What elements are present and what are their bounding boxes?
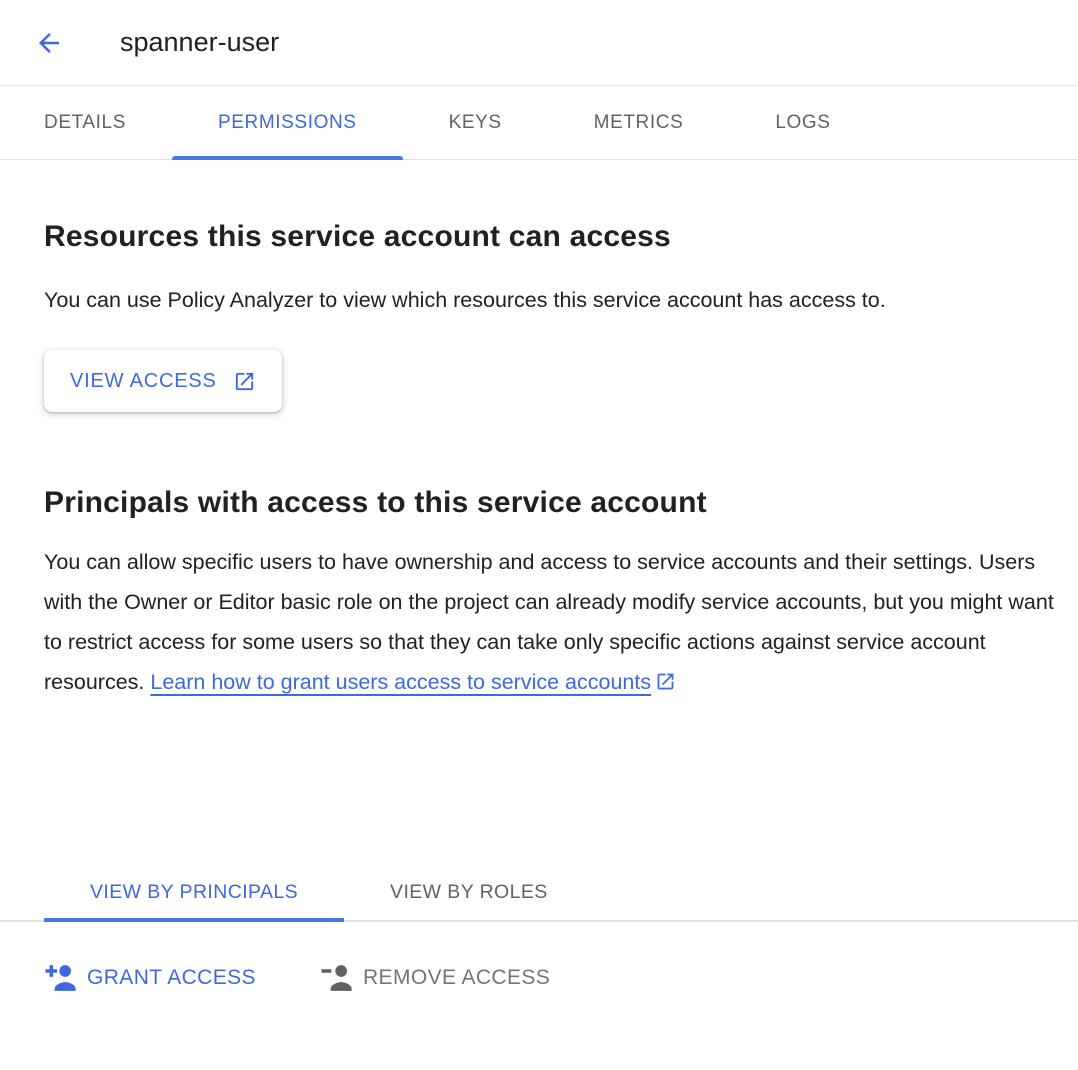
person-add-icon	[44, 964, 77, 992]
view-by-tab-bar: VIEW BY PRINCIPALS VIEW BY ROLES	[0, 864, 1078, 922]
learn-more-link-text: Learn how to grant users access to servi…	[150, 670, 651, 694]
principals-section-description: You can allow specific users to have own…	[44, 542, 1066, 702]
arrow-back-icon	[34, 28, 64, 58]
tab-view-by-roles[interactable]: VIEW BY ROLES	[344, 864, 594, 920]
tab-keys[interactable]: KEYS	[403, 86, 548, 159]
view-access-label: VIEW ACCESS	[70, 370, 217, 393]
open-in-new-icon	[651, 670, 676, 694]
back-button[interactable]	[34, 28, 64, 58]
resources-section-description: You can use Policy Analyzer to view whic…	[44, 280, 1066, 320]
tab-metrics[interactable]: METRICS	[548, 86, 730, 159]
view-access-button[interactable]: VIEW ACCESS	[44, 350, 282, 412]
grant-access-label: GRANT ACCESS	[87, 966, 256, 990]
tab-logs[interactable]: LOGS	[729, 86, 876, 159]
remove-access-button[interactable]: REMOVE ACCESS	[320, 964, 550, 992]
tab-details[interactable]: DETAILS	[44, 86, 172, 159]
tab-permissions[interactable]: PERMISSIONS	[172, 86, 403, 159]
tab-bar: DETAILS PERMISSIONS KEYS METRICS LOGS	[0, 86, 1078, 160]
main-content: Resources this service account can acces…	[0, 220, 1078, 702]
principals-section-heading: Principals with access to this service a…	[44, 486, 1066, 520]
page-title: spanner-user	[120, 27, 279, 58]
resources-section-heading: Resources this service account can acces…	[44, 220, 1066, 254]
principals-toolbar: GRANT ACCESS REMOVE ACCESS	[0, 948, 1078, 1008]
page-header: spanner-user	[0, 0, 1078, 86]
grant-users-learn-more-link[interactable]: Learn how to grant users access to servi…	[150, 670, 651, 694]
person-remove-icon	[320, 964, 353, 992]
open-in-new-icon	[233, 370, 256, 393]
remove-access-label: REMOVE ACCESS	[363, 966, 550, 990]
grant-access-button[interactable]: GRANT ACCESS	[44, 964, 256, 992]
tab-view-by-principals[interactable]: VIEW BY PRINCIPALS	[44, 864, 344, 920]
